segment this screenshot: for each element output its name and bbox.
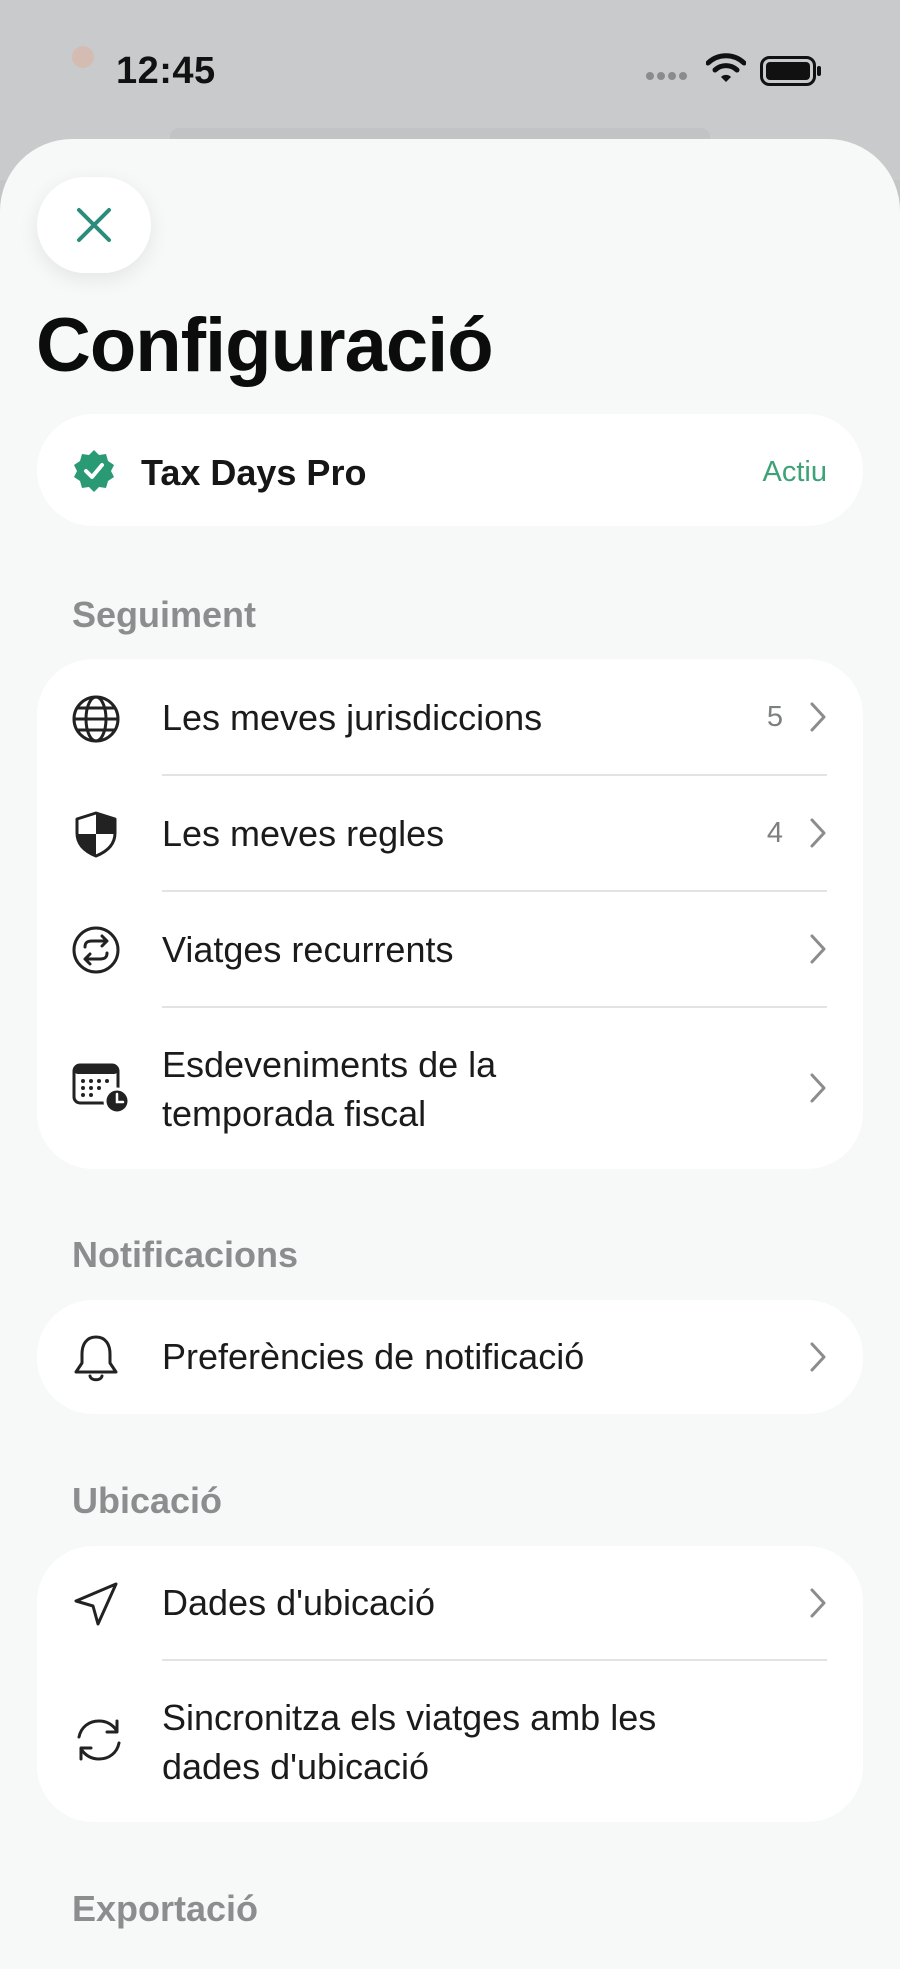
verified-badge-icon (74, 450, 114, 492)
chevron-right-icon (810, 1588, 826, 1618)
repeat-icon (72, 926, 120, 974)
chevron-right-icon (810, 702, 826, 732)
cellular-signal-icon (646, 72, 687, 80)
sync-icon (77, 1719, 121, 1761)
row-label-line: dades d'ubicació (162, 1746, 430, 1787)
row-label: Esdeveniments de la temporada fiscal (162, 1040, 496, 1138)
subscription-status: Actiu (762, 456, 827, 488)
row-label: Sincronitza els viatges amb les dades d'… (162, 1693, 656, 1791)
battery-icon (760, 56, 821, 86)
row-label: Dades d'ubicació (162, 1582, 436, 1623)
page-title: Configuració (36, 303, 494, 388)
location-arrow-icon (74, 1582, 118, 1626)
status-time: 12:45 (116, 50, 216, 92)
section-header-export: Exportació (72, 1888, 259, 1929)
row-sync-trips[interactable]: Sincronitza els viatges amb les dades d'… (37, 1660, 863, 1822)
row-label-line: Sincronitza els viatges amb les (162, 1697, 657, 1738)
calendar-clock-icon (72, 1063, 131, 1115)
row-tax-season-events[interactable]: Esdeveniments de la temporada fiscal (37, 1007, 863, 1169)
close-icon (77, 208, 111, 242)
row-label: Les meves jurisdiccions (162, 697, 543, 738)
shield-icon (75, 811, 117, 858)
tracking-card: Les meves jurisdiccions 5 Les meves regl… (37, 659, 863, 1169)
notifications-card: Preferències de notificació (37, 1300, 863, 1414)
jurisdictions-count: 5 (766, 701, 783, 733)
location-card: Dades d'ubicació Sincronitza els viatges… (37, 1546, 863, 1822)
row-label: Viatges recurrents (162, 929, 454, 970)
status-bar: 12:45 (0, 0, 900, 140)
section-header-tracking: Seguiment (72, 594, 257, 635)
chevron-right-icon (810, 1342, 826, 1372)
subscription-name: Tax Days Pro (141, 452, 367, 493)
row-label: Les meves regles (162, 813, 445, 854)
rules-count: 4 (766, 817, 783, 849)
row-location-data[interactable]: Dades d'ubicació (37, 1546, 863, 1660)
chevron-right-icon (810, 934, 826, 964)
bell-icon (74, 1335, 118, 1382)
row-label-line: temporada fiscal (162, 1093, 427, 1134)
row-label-line: Esdeveniments de la (162, 1044, 497, 1085)
row-rules[interactable]: Les meves regles 4 (37, 775, 863, 891)
section-header-location: Ubicació (72, 1480, 223, 1521)
subscription-card[interactable]: Tax Days Pro Actiu (37, 414, 863, 526)
chevron-right-icon (810, 818, 826, 848)
globe-icon (72, 695, 120, 743)
close-button[interactable] (37, 177, 151, 273)
section-header-notifications: Notificacions (72, 1234, 299, 1275)
wifi-icon (706, 53, 746, 82)
row-jurisdictions[interactable]: Les meves jurisdiccions 5 (37, 659, 863, 775)
chevron-right-icon (810, 1073, 826, 1103)
row-recurring-trips[interactable]: Viatges recurrents (37, 891, 863, 1007)
row-notification-preferences[interactable]: Preferències de notificació (37, 1300, 863, 1414)
row-label: Preferències de notificació (162, 1336, 585, 1377)
